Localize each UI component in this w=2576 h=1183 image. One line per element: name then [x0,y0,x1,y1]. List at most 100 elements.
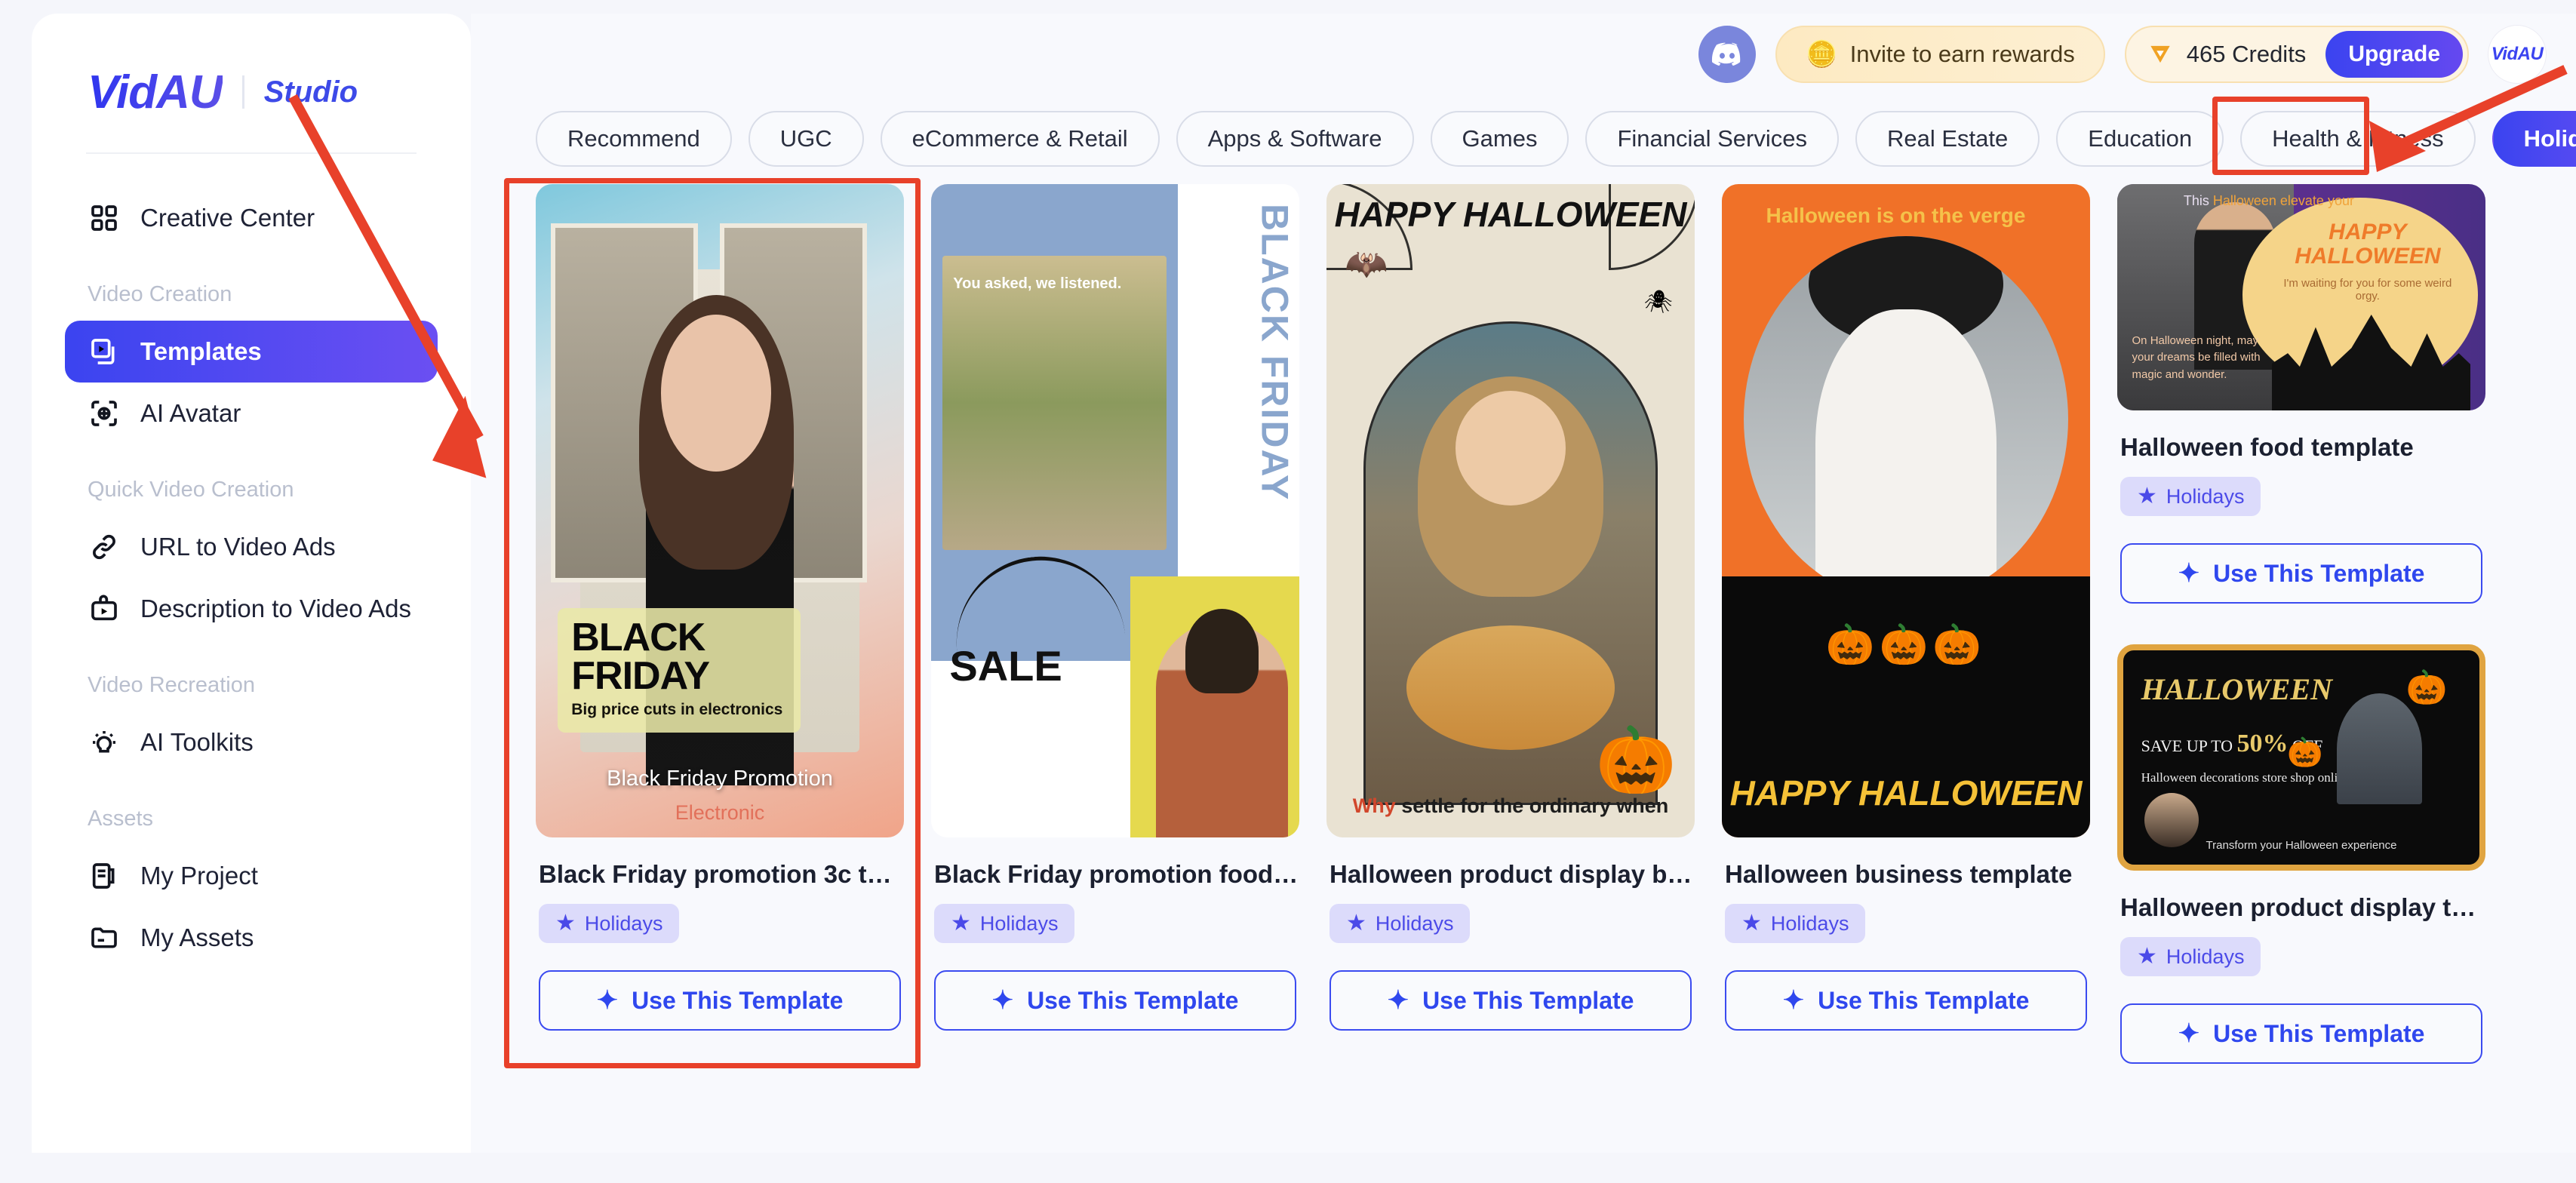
app-root: VidAU Studio Creative Center Video Creat… [0,0,2576,1183]
button-label: Use This Template [1818,986,2030,1014]
use-this-template-button[interactable]: ✦ Use This Template [2120,1003,2482,1064]
tab-real-estate[interactable]: Real Estate [1855,111,2040,167]
brand: VidAU Studio [32,14,471,119]
avatar[interactable]: VidAU [2488,26,2546,83]
sidebar-item-my-project[interactable]: My Project [65,845,438,907]
credits-pill[interactable]: 465 Credits Upgrade [2124,26,2469,83]
tab-ugc[interactable]: UGC [748,111,864,167]
sidebar-group-assets: Assets [88,807,154,831]
discord-icon[interactable] [1698,26,1757,83]
sparkle-icon: ✦ [1387,986,1409,1015]
thumbnail-top-text: This Halloween elevate your [2184,193,2354,209]
template-card[interactable]: BLACK FRIDAY Big price cuts in electroni… [536,184,904,1031]
star-icon: ★ [1741,911,1762,936]
star-icon: ★ [2137,484,2157,509]
pumpkin-icon: 🎃🎃🎃 [1825,622,1987,667]
template-card[interactable]: 🦇 🕷 HAPPY HALLOWEEN 🎃 Why settle for the… [1326,184,1695,1031]
tab-financial-services[interactable]: Financial Services [1585,111,1839,167]
status-badge: ★ Holidays [1725,904,1866,943]
template-thumbnail[interactable]: You asked, we listened. BLACK FRIDAY SAL… [931,184,1299,837]
sidebar-item-label: Description to Video Ads [140,595,411,622]
template-card[interactable]: Halloween is on the verge 🎃🎃🎃 HAPPY HALL… [1722,184,2090,1031]
use-this-template-button[interactable]: ✦ Use This Template [934,970,1296,1031]
brand-logo: VidAU [88,66,223,118]
thumbnail-vertical-text: BLACK FRIDAY [1253,203,1296,502]
tab-recommend[interactable]: Recommend [536,111,732,167]
sidebar-item-label: AI Toolkits [140,728,254,756]
sidebar-item-label: My Project [140,862,258,890]
thumbnail-art [2337,693,2423,805]
template-thumbnail[interactable]: 🦇 🕷 HAPPY HALLOWEEN 🎃 Why settle for the… [1326,184,1695,837]
thumbnail-headline: BLACK FRIDAY [571,615,710,698]
sidebar-group-video-creation: Video Creation [88,282,232,306]
template-thumbnail[interactable]: BLACK FRIDAY Big price cuts in electroni… [536,184,904,837]
description-icon [88,592,121,625]
use-this-template-button[interactable]: ✦ Use This Template [2120,543,2482,604]
invite-label: Invite to earn rewards [1849,41,2075,67]
thumbnail-headline: HAPPY HALLOWEEN [1729,773,2083,813]
use-this-template-button[interactable]: ✦ Use This Template [539,970,901,1031]
badge-label: Holidays [2166,945,2245,968]
tab-education[interactable]: Education [2056,111,2224,167]
tab-ecommerce-retail[interactable]: eCommerce & Retail [880,111,1160,167]
template-thumbnail[interactable]: HAPPY HALLOWEEN I'm waiting for you for … [2117,184,2485,410]
template-title: Halloween business template [1725,860,2073,888]
credits-label: 465 Credits [2186,41,2307,67]
invite-to-earn-rewards-button[interactable]: 🪙 Invite to earn rewards [1775,26,2105,83]
template-card-column: 🦇 🕷 HAPPY HALLOWEEN 🎃 Why settle for the… [1326,184,1695,1064]
sidebar-item-templates[interactable]: Templates [65,321,438,383]
link-icon [88,530,121,564]
thumbnail-art [1406,625,1615,750]
sparkle-icon: ✦ [1782,986,1805,1015]
status-badge: ★ Holidays [2120,937,2261,976]
template-card[interactable]: HAPPY HALLOWEEN I'm waiting for you for … [2117,184,2485,604]
template-card-column: Halloween is on the verge 🎃🎃🎃 HAPPY HALL… [1722,184,2090,1064]
sidebar-item-creative-center[interactable]: Creative Center [65,187,438,249]
thumbnail-caption: Black Friday Promotion [607,767,833,791]
star-icon: ★ [555,911,576,936]
badge-label: Holidays [2166,484,2245,508]
template-card[interactable]: You asked, we listened. BLACK FRIDAY SAL… [931,184,1299,1031]
sidebar-item-my-assets[interactable]: My Assets [65,907,438,969]
grid-icon [88,201,121,235]
template-title: Halloween product display templ... [2120,893,2485,921]
sidebar-item-label: URL to Video Ads [140,533,336,561]
tab-apps-software[interactable]: Apps & Software [1176,111,1414,167]
badge-label: Holidays [979,911,1059,935]
thumbnail-top-plain: This [2183,193,2213,208]
star-icon: ★ [951,911,971,936]
thumbnail-headline: HALLOWEEN [2141,672,2332,707]
sidebar-item-description-to-video-ads[interactable]: Description to Video Ads [65,578,438,640]
status-badge: ★ Holidays [2120,477,2261,516]
sidebar-item-url-to-video-ads[interactable]: URL to Video Ads [65,516,438,578]
template-thumbnail[interactable]: HALLOWEEN SAVE UP TO 50% OFF Halloween d… [2117,644,2485,871]
template-card[interactable]: HALLOWEEN SAVE UP TO 50% OFF Halloween d… [2117,644,2485,1064]
sidebar: VidAU Studio Creative Center Video Creat… [32,14,471,1153]
thumbnail-caption-secondary: Electronic [675,800,765,824]
badge-label: Holidays [1375,911,1454,935]
sparkle-icon: ✦ [2178,559,2200,588]
thumbnail-art [1744,236,2068,603]
sidebar-item-ai-toolkits[interactable]: AI Toolkits [65,711,438,773]
use-this-template-button[interactable]: ✦ Use This Template [1329,970,1692,1031]
button-label: Use This Template [2213,1019,2425,1047]
thumbnail-headline-box: BLACK FRIDAY Big price cuts in electroni… [558,607,801,733]
thumbnail-subline-rest: settle for the ordinary when [1395,794,1669,818]
tab-holidays[interactable]: Holidays [2491,111,2576,167]
use-this-template-button[interactable]: ✦ Use This Template [1725,970,2087,1031]
thumbnail-subline: I'm waiting for you for some weird orgy. [2283,277,2452,303]
thumbnail-sale-text: SALE [949,642,1062,690]
sidebar-item-ai-avatar[interactable]: AI Avatar [65,383,438,444]
upgrade-button[interactable]: Upgrade [2325,31,2463,78]
tab-health-fitness[interactable]: Health & Fitness [2240,111,2476,167]
button-label: Use This Template [2213,559,2425,587]
sparkle-icon: ✦ [2178,1019,2200,1048]
spider-icon: 🕷 [1643,289,1673,315]
template-thumbnail[interactable]: Halloween is on the verge 🎃🎃🎃 HAPPY HALL… [1722,184,2090,837]
thumbnail-headline: HAPPY HALLOWEEN [2295,220,2441,269]
brand-divider-vertical [241,75,244,109]
thumbnail-subline: Big price cuts in electronics [571,701,783,719]
tab-games[interactable]: Games [1430,111,1569,167]
template-title: Halloween food template [2120,433,2414,461]
pumpkin-icon: 🎃 [2287,736,2323,769]
